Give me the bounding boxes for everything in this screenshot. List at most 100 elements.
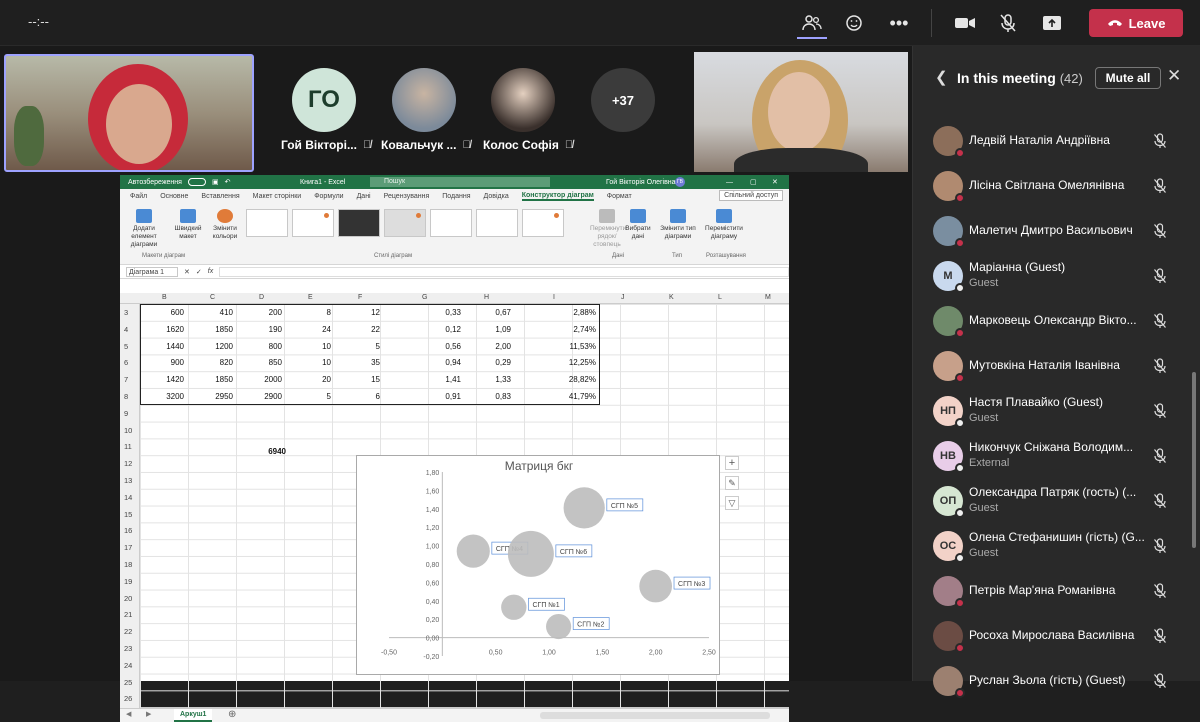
mic-off-icon[interactable] bbox=[1153, 493, 1167, 512]
col-header[interactable]: J bbox=[621, 294, 625, 301]
participant-item[interactable]: Мутовкіна Наталія Іванівна bbox=[913, 345, 1193, 387]
avatar-kovalchuk[interactable] bbox=[392, 68, 456, 132]
tab-page-layout[interactable]: Макет сторінки bbox=[253, 193, 302, 200]
camera-icon[interactable] bbox=[950, 9, 980, 37]
horizontal-scrollbar[interactable] bbox=[540, 712, 770, 719]
col-header[interactable]: H bbox=[484, 294, 489, 301]
participant-item[interactable]: Петрів Мар'яна Романівна bbox=[913, 570, 1193, 612]
col-header[interactable]: L bbox=[718, 294, 722, 301]
select-data-button[interactable]: Вибрати дані bbox=[624, 209, 652, 241]
function-icon[interactable]: fx bbox=[208, 268, 213, 275]
change-chart-type-button[interactable]: Змінити тип діаграми bbox=[656, 209, 700, 241]
row-header[interactable]: 16 bbox=[124, 526, 132, 535]
row-header[interactable]: 11 bbox=[124, 442, 132, 451]
add-sheet-icon[interactable]: ⊕ bbox=[228, 709, 236, 720]
row-header[interactable]: 21 bbox=[124, 610, 132, 619]
leave-button[interactable]: Leave bbox=[1089, 9, 1183, 37]
user-avatar[interactable]: ГВ bbox=[675, 177, 685, 187]
row-header[interactable]: 12 bbox=[124, 459, 132, 468]
chart-style-6[interactable] bbox=[476, 209, 518, 237]
row-header[interactable]: 26 bbox=[124, 694, 132, 703]
total-cell[interactable]: 6940 bbox=[238, 447, 286, 456]
row-header[interactable]: 7 bbox=[124, 375, 128, 384]
participant-item[interactable]: ОС Олена Стефанишин (гість) (G... Guest bbox=[913, 525, 1193, 567]
add-chart-element-button[interactable]: Додати елемент діаграми bbox=[124, 209, 164, 249]
people-icon[interactable] bbox=[797, 9, 827, 37]
col-header[interactable]: B bbox=[162, 294, 167, 301]
move-chart-button[interactable]: Перемістити діаграму bbox=[702, 209, 746, 241]
chart-elements-plus-icon[interactable]: + bbox=[725, 456, 739, 470]
tab-format[interactable]: Формат bbox=[607, 193, 632, 200]
row-header[interactable]: 5 bbox=[124, 342, 128, 351]
close-icon[interactable]: ✕ bbox=[1167, 66, 1181, 86]
col-header[interactable]: E bbox=[308, 294, 313, 301]
autosave-toggle[interactable] bbox=[187, 178, 206, 186]
microphone-muted-icon[interactable] bbox=[993, 9, 1023, 37]
row-header[interactable]: 10 bbox=[124, 426, 132, 435]
row-header[interactable]: 4 bbox=[124, 325, 128, 334]
row-header[interactable]: 23 bbox=[124, 644, 132, 653]
participant-item[interactable]: Марковець Олександр Вікто... bbox=[913, 300, 1193, 342]
mic-off-icon[interactable] bbox=[1153, 628, 1167, 647]
col-header[interactable]: C bbox=[210, 294, 215, 301]
change-colors-button[interactable]: Змінити кольори bbox=[208, 209, 242, 241]
mic-off-icon[interactable] bbox=[1153, 358, 1167, 377]
participant-item[interactable]: Росоха Мирослава Василівна bbox=[913, 615, 1193, 657]
prev-sheet-icon[interactable]: ◀ bbox=[126, 710, 131, 718]
switch-row-column-button[interactable]: Перемкнути рядок/ стовпець bbox=[590, 209, 626, 249]
reactions-icon[interactable] bbox=[840, 9, 870, 37]
col-header[interactable]: G bbox=[422, 294, 427, 301]
mic-off-icon[interactable] bbox=[1153, 673, 1167, 692]
cancel-icon[interactable]: ✕ bbox=[184, 268, 190, 276]
participant-item[interactable]: НП Настя Плавайко (Guest) Guest bbox=[913, 390, 1193, 432]
participant-item[interactable]: ОП Олександра Патряк (гость) (... Guest bbox=[913, 480, 1193, 522]
row-header[interactable]: 6 bbox=[124, 358, 128, 367]
back-chevron-icon[interactable]: ❮ bbox=[935, 68, 948, 86]
row-header[interactable]: 19 bbox=[124, 577, 132, 586]
row-header[interactable]: 3 bbox=[124, 308, 128, 317]
share-button[interactable]: Спільний доступ bbox=[719, 190, 783, 201]
participant-video-speaker[interactable] bbox=[4, 54, 254, 172]
row-header[interactable]: 25 bbox=[124, 678, 132, 687]
share-screen-icon[interactable] bbox=[1037, 9, 1067, 37]
col-header[interactable]: D bbox=[259, 294, 264, 301]
col-header[interactable]: I bbox=[553, 294, 555, 301]
col-header[interactable]: K bbox=[669, 294, 674, 301]
row-header[interactable]: 20 bbox=[124, 594, 132, 603]
tab-chart-design[interactable]: Конструктор діаграм bbox=[521, 192, 594, 201]
minimize-icon[interactable]: — bbox=[726, 179, 733, 186]
undo-icon[interactable]: ↶ bbox=[225, 178, 231, 186]
tab-review[interactable]: Рецензування bbox=[384, 193, 430, 200]
close-icon[interactable]: ✕ bbox=[772, 178, 778, 186]
row-header[interactable]: 24 bbox=[124, 661, 132, 670]
col-header[interactable]: F bbox=[358, 294, 362, 301]
mic-off-icon[interactable] bbox=[1153, 178, 1167, 197]
row-header[interactable]: 15 bbox=[124, 510, 132, 519]
chart-style-4[interactable] bbox=[384, 209, 426, 237]
more-actions-icon[interactable]: ••• bbox=[884, 9, 914, 37]
participant-item[interactable]: М Маріанна (Guest) Guest bbox=[913, 255, 1193, 297]
participant-item[interactable]: Малетич Дмитро Васильович bbox=[913, 210, 1193, 252]
chart-style-2[interactable] bbox=[292, 209, 334, 237]
mute-all-button[interactable]: Mute all bbox=[1095, 67, 1161, 89]
bubble-chart[interactable]: Матриця бкг -0,20 0,00 0,20 0,40 0,60 0,80 1,00… bbox=[356, 455, 739, 675]
quick-layout-button[interactable]: Швидкий макет bbox=[168, 209, 208, 241]
chart-style-1[interactable] bbox=[246, 209, 288, 237]
tab-data[interactable]: Дані bbox=[357, 193, 371, 200]
col-header[interactable]: M bbox=[765, 294, 771, 301]
next-sheet-icon[interactable]: ▶ bbox=[146, 710, 151, 718]
chart-filter-icon[interactable]: ▽ bbox=[725, 496, 739, 510]
mic-off-icon[interactable] bbox=[1153, 538, 1167, 557]
panel-scrollbar[interactable] bbox=[1192, 372, 1196, 548]
tab-home[interactable]: Основне bbox=[160, 193, 188, 200]
avatar-kolos[interactable] bbox=[491, 68, 555, 132]
sheet-tab-1[interactable]: Аркуш1 bbox=[174, 709, 213, 722]
chart-style-5[interactable] bbox=[430, 209, 472, 237]
chart-style-3[interactable] bbox=[338, 209, 380, 237]
avatar-go[interactable]: ГО bbox=[292, 68, 356, 132]
excel-search[interactable]: Пошук bbox=[370, 177, 550, 187]
tab-formulas[interactable]: Формули bbox=[314, 193, 343, 200]
row-header[interactable]: 14 bbox=[124, 493, 132, 502]
row-header[interactable]: 9 bbox=[124, 409, 128, 418]
more-participants-button[interactable]: +37 bbox=[591, 68, 655, 132]
